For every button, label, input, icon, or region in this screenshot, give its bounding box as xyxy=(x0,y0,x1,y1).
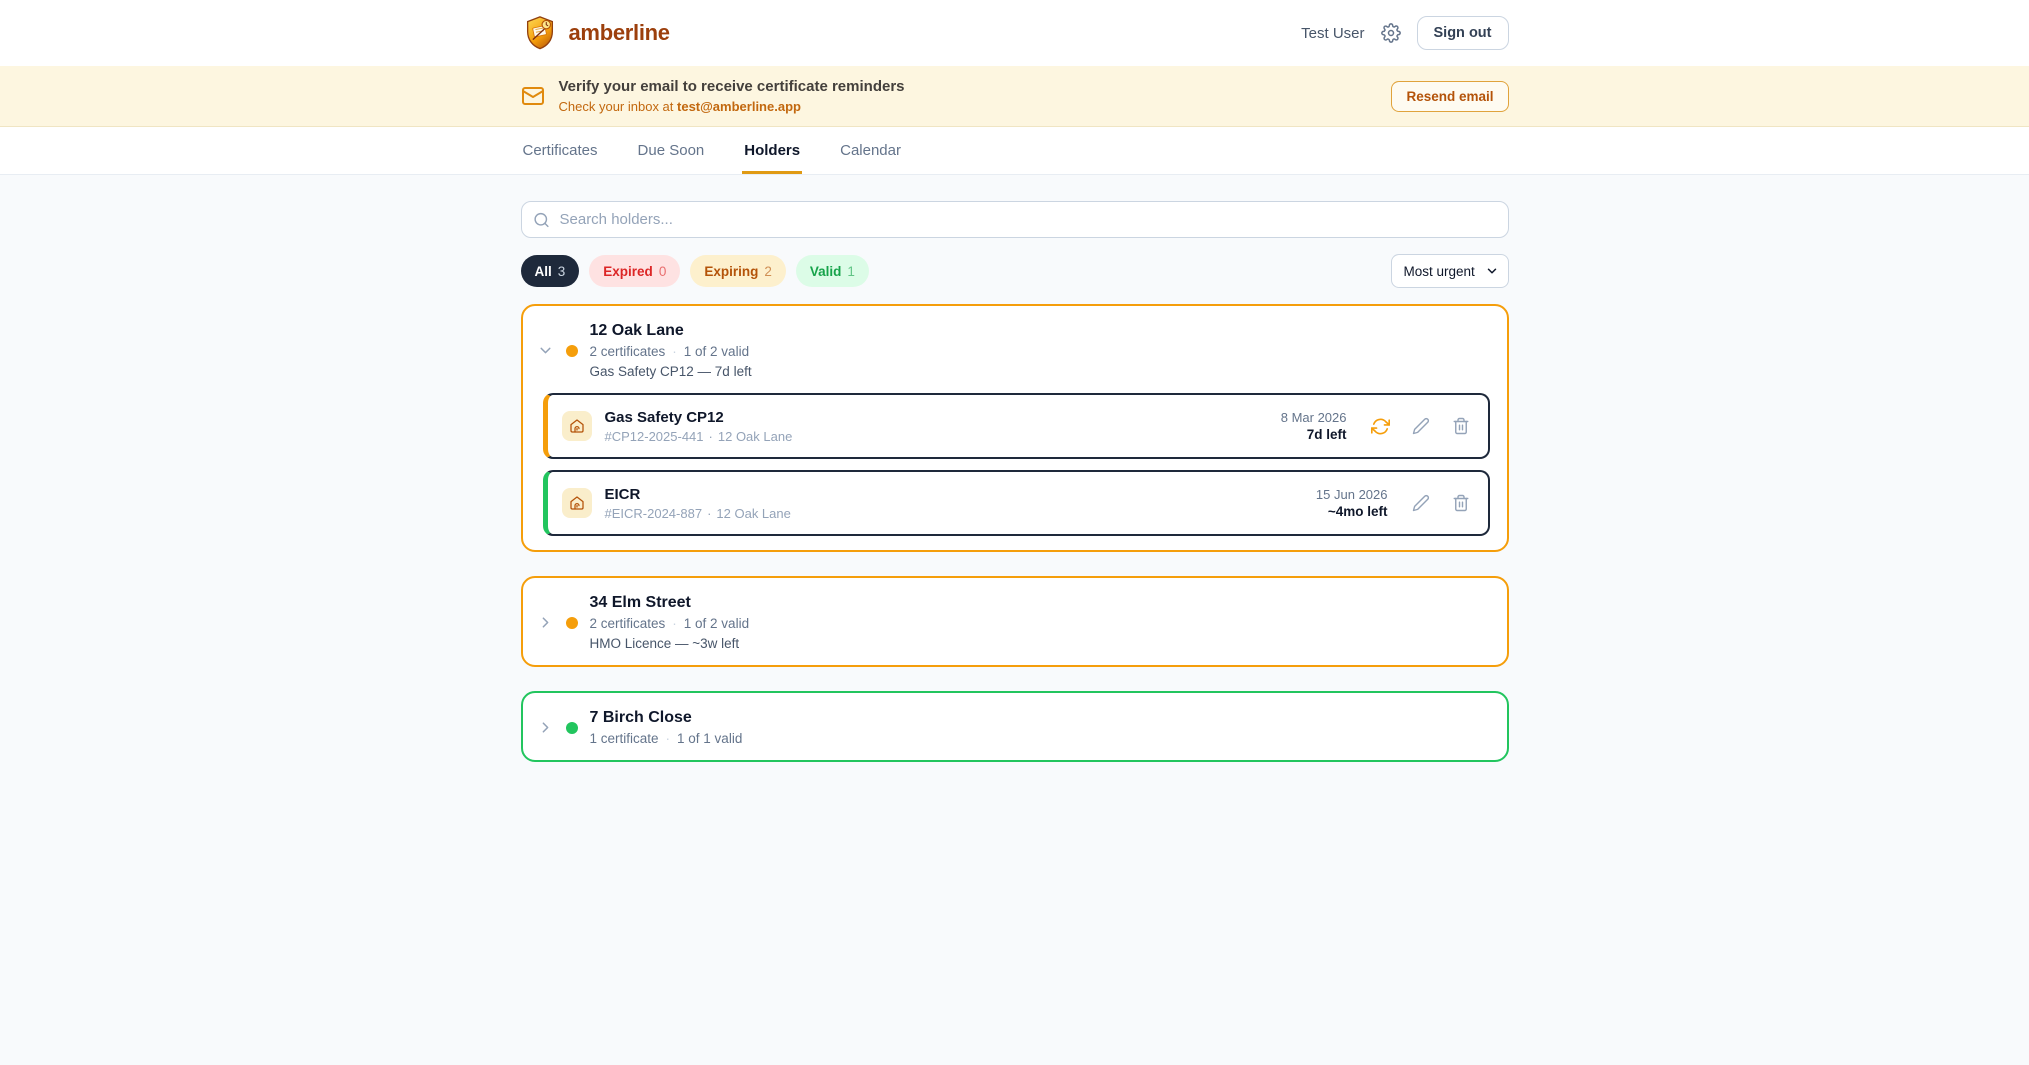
holder-valid-count: 1 of 1 valid xyxy=(677,731,742,746)
filter-chip-all[interactable]: All 3 xyxy=(521,255,580,287)
holder-header[interactable]: 34 Elm Street 2 certificates · 1 of 2 vali… xyxy=(523,578,1507,665)
holder-cert-count: 1 certificate xyxy=(590,731,659,746)
meta-separator: · xyxy=(666,731,671,746)
app-header: amberline Test User Sign out xyxy=(0,0,2029,66)
holder-meta: 1 certificate · 1 of 1 valid xyxy=(590,731,743,746)
holders-page: All 3 Expired 0 Expiring 2 Valid 1 Most … xyxy=(521,175,1509,802)
home-icon xyxy=(562,411,592,441)
holder-name: 7 Birch Close xyxy=(590,709,743,727)
filter-chip-valid[interactable]: Valid 1 xyxy=(796,255,869,287)
delete-trash-icon[interactable] xyxy=(1452,494,1470,512)
holder-header[interactable]: 7 Birch Close 1 certificate · 1 of 1 valid xyxy=(523,693,1507,760)
certificate-list: Gas Safety CP12 #CP12-2025-441 · 12 Oak La… xyxy=(523,393,1507,550)
banner-title: Verify your email to receive certificate… xyxy=(559,78,905,97)
filter-chip-expiring-label: Expiring xyxy=(704,264,758,279)
certificate-time-left: 7d left xyxy=(1281,427,1347,442)
holder-card-34-elm-street: 34 Elm Street 2 certificates · 1 of 2 vali… xyxy=(521,576,1509,667)
tab-due-soon[interactable]: Due Soon xyxy=(636,127,707,174)
certificate-row-gas-safety-cp12[interactable]: Gas Safety CP12 #CP12-2025-441 · 12 Oak La… xyxy=(543,393,1490,459)
mail-icon xyxy=(521,84,545,108)
certificate-holder-ref: 12 Oak Lane xyxy=(718,429,792,444)
holder-header[interactable]: 12 Oak Lane 2 certificates·1 of 2 valid … xyxy=(523,306,1507,393)
verify-email-banner: Verify your email to receive certificate… xyxy=(0,66,2029,127)
tab-calendar[interactable]: Calendar xyxy=(838,127,903,174)
brand-name: amberline xyxy=(569,20,670,46)
main-nav-tabs: Certificates Due Soon Holders Calendar xyxy=(0,127,2029,175)
home-icon xyxy=(562,488,592,518)
certificate-code: #EICR-2024-887 · 12 Oak Lane xyxy=(605,506,791,521)
certificate-dates: 8 Mar 2026 7d left xyxy=(1281,410,1347,442)
search-bar xyxy=(521,201,1509,238)
certificate-code: #CP12-2025-441 · 12 Oak Lane xyxy=(605,429,793,444)
holder-name: 34 Elm Street xyxy=(590,594,750,612)
settings-gear-icon[interactable] xyxy=(1381,23,1401,43)
brand: amberline xyxy=(521,14,670,52)
edit-pencil-icon[interactable] xyxy=(1412,494,1430,512)
certificate-expiry-date: 15 Jun 2026 xyxy=(1316,487,1388,502)
holder-valid-count: 1 of 2 valid xyxy=(684,616,749,631)
status-dot-expiring xyxy=(566,345,578,357)
certificate-number: #EICR-2024-887 xyxy=(605,506,703,521)
tab-certificates[interactable]: Certificates xyxy=(521,127,600,174)
meta-separator: · xyxy=(672,344,677,359)
banner-subtitle-prefix: Check your inbox at xyxy=(559,99,678,114)
banner-email: test@amberline.app xyxy=(677,99,801,114)
holder-card-7-birch-close: 7 Birch Close 1 certificate · 1 of 1 valid xyxy=(521,691,1509,762)
filter-chip-expiring-count: 2 xyxy=(764,264,772,279)
holder-cert-count: 2 certificates xyxy=(590,616,666,631)
certificate-time-left: ~4mo left xyxy=(1316,504,1388,519)
holder-name: 12 Oak Lane xyxy=(590,322,752,340)
search-icon xyxy=(533,211,550,228)
tab-holders[interactable]: Holders xyxy=(742,127,802,174)
resend-email-button[interactable]: Resend email xyxy=(1391,81,1508,112)
chevron-right-icon[interactable] xyxy=(537,719,554,736)
chevron-down-icon[interactable] xyxy=(537,342,554,359)
search-input[interactable] xyxy=(521,201,1509,238)
filter-chip-expired-count: 0 xyxy=(659,264,667,279)
sign-out-button[interactable]: Sign out xyxy=(1417,16,1509,50)
status-dot-expiring xyxy=(566,617,578,629)
sort-select[interactable]: Most urgent xyxy=(1391,254,1509,288)
certificate-title: EICR xyxy=(605,486,791,503)
holder-cert-count: 2 certificates xyxy=(590,344,666,359)
meta-separator: · xyxy=(707,506,711,521)
certificate-holder-ref: 12 Oak Lane xyxy=(716,506,790,521)
certificate-expiry-date: 8 Mar 2026 xyxy=(1281,410,1347,425)
delete-trash-icon[interactable] xyxy=(1452,417,1470,435)
filter-chip-valid-count: 1 xyxy=(847,264,855,279)
filter-row: All 3 Expired 0 Expiring 2 Valid 1 Most … xyxy=(521,254,1509,288)
brand-shield-logo-icon xyxy=(521,14,559,52)
certificate-number: #CP12-2025-441 xyxy=(605,429,704,444)
certificate-dates: 15 Jun 2026 ~4mo left xyxy=(1316,487,1388,519)
holder-summary: Gas Safety CP12 — 7d left xyxy=(590,364,752,379)
status-dot-valid xyxy=(566,722,578,734)
holder-summary: HMO Licence — ~3w left xyxy=(590,636,750,651)
filter-chip-expiring[interactable]: Expiring 2 xyxy=(690,255,786,287)
meta-separator: · xyxy=(709,429,713,444)
sort-control: Most urgent xyxy=(1391,254,1509,288)
holder-valid-count: 1 of 2 valid xyxy=(684,344,749,359)
edit-pencil-icon[interactable] xyxy=(1412,417,1430,435)
holder-meta: 2 certificates · 1 of 2 valid xyxy=(590,616,750,631)
filter-chip-all-label: All xyxy=(535,264,552,279)
certificate-title: Gas Safety CP12 xyxy=(605,409,793,426)
meta-separator: · xyxy=(672,616,677,631)
filter-chip-valid-label: Valid xyxy=(810,264,842,279)
holder-card-12-oak-lane: 12 Oak Lane 2 certificates·1 of 2 valid … xyxy=(521,304,1509,552)
holder-meta: 2 certificates · 1 of 2 valid xyxy=(590,344,752,359)
chevron-right-icon[interactable] xyxy=(537,614,554,631)
filter-chip-expired[interactable]: Expired 0 xyxy=(589,255,680,287)
filter-chip-expired-label: Expired xyxy=(603,264,653,279)
certificate-row-eicr[interactable]: EICR #EICR-2024-887 · 12 Oak Lane 15 Jun 2… xyxy=(543,470,1490,536)
banner-subtitle: Check your inbox at test@amberline.app xyxy=(559,99,905,114)
renew-refresh-icon[interactable] xyxy=(1371,417,1390,436)
user-name: Test User xyxy=(1301,25,1364,42)
filter-chip-all-count: 3 xyxy=(558,264,566,279)
